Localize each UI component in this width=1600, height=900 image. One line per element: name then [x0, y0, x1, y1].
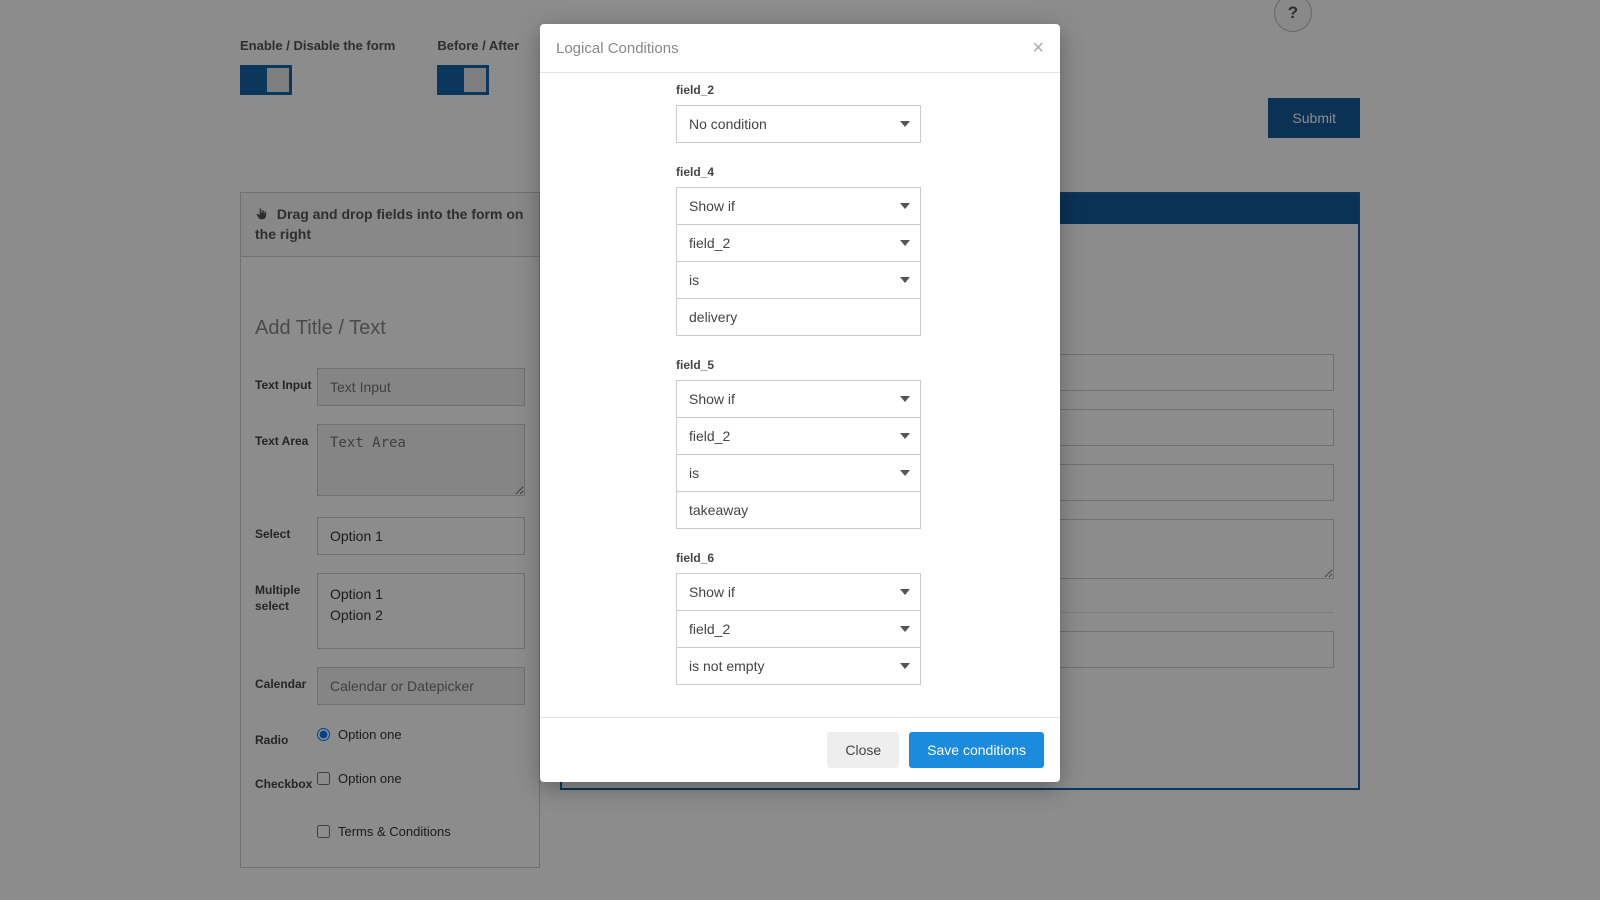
condition-select[interactable]: No condition	[676, 105, 921, 143]
condition-group: field_6 Show iffield_2is not empty	[676, 551, 1044, 685]
condition-select[interactable]: field_2	[676, 610, 921, 648]
condition-field-label: field_4	[676, 165, 1044, 179]
logical-conditions-modal: Logical Conditions × field_2 No condition…	[540, 24, 1060, 782]
condition-select[interactable]: Show if	[676, 187, 921, 225]
condition-stack: Show iffield_2is	[676, 187, 1044, 336]
condition-select[interactable]: is	[676, 261, 921, 299]
close-button[interactable]: Close	[827, 732, 899, 768]
modal-overlay[interactable]: Logical Conditions × field_2 No condition…	[0, 0, 1600, 900]
modal-body: field_2No conditionfield_4Show iffield_2…	[540, 73, 1060, 717]
modal-title: Logical Conditions	[556, 40, 679, 57]
condition-select[interactable]: field_2	[676, 224, 921, 262]
condition-group: field_5 Show iffield_2is	[676, 358, 1044, 529]
condition-stack: Show iffield_2is not empty	[676, 573, 1044, 685]
condition-select[interactable]: Show if	[676, 380, 921, 418]
condition-field-label: field_2	[676, 83, 1044, 97]
condition-select[interactable]: is	[676, 454, 921, 492]
save-conditions-button[interactable]: Save conditions	[909, 732, 1044, 768]
condition-select[interactable]: Show if	[676, 573, 921, 611]
condition-select[interactable]: is not empty	[676, 647, 921, 685]
condition-stack: No condition	[676, 105, 1044, 143]
condition-group: field_2 No condition	[676, 83, 1044, 143]
condition-field-label: field_6	[676, 551, 1044, 565]
modal-header: Logical Conditions ×	[540, 24, 1060, 73]
condition-group: field_4 Show iffield_2is	[676, 165, 1044, 336]
condition-value-input[interactable]	[676, 298, 921, 336]
modal-footer: Close Save conditions	[540, 717, 1060, 782]
condition-select[interactable]: field_2	[676, 417, 921, 455]
condition-value-input[interactable]	[676, 491, 921, 529]
condition-stack: Show iffield_2is	[676, 380, 1044, 529]
close-icon[interactable]: ×	[1032, 38, 1044, 58]
condition-field-label: field_5	[676, 358, 1044, 372]
